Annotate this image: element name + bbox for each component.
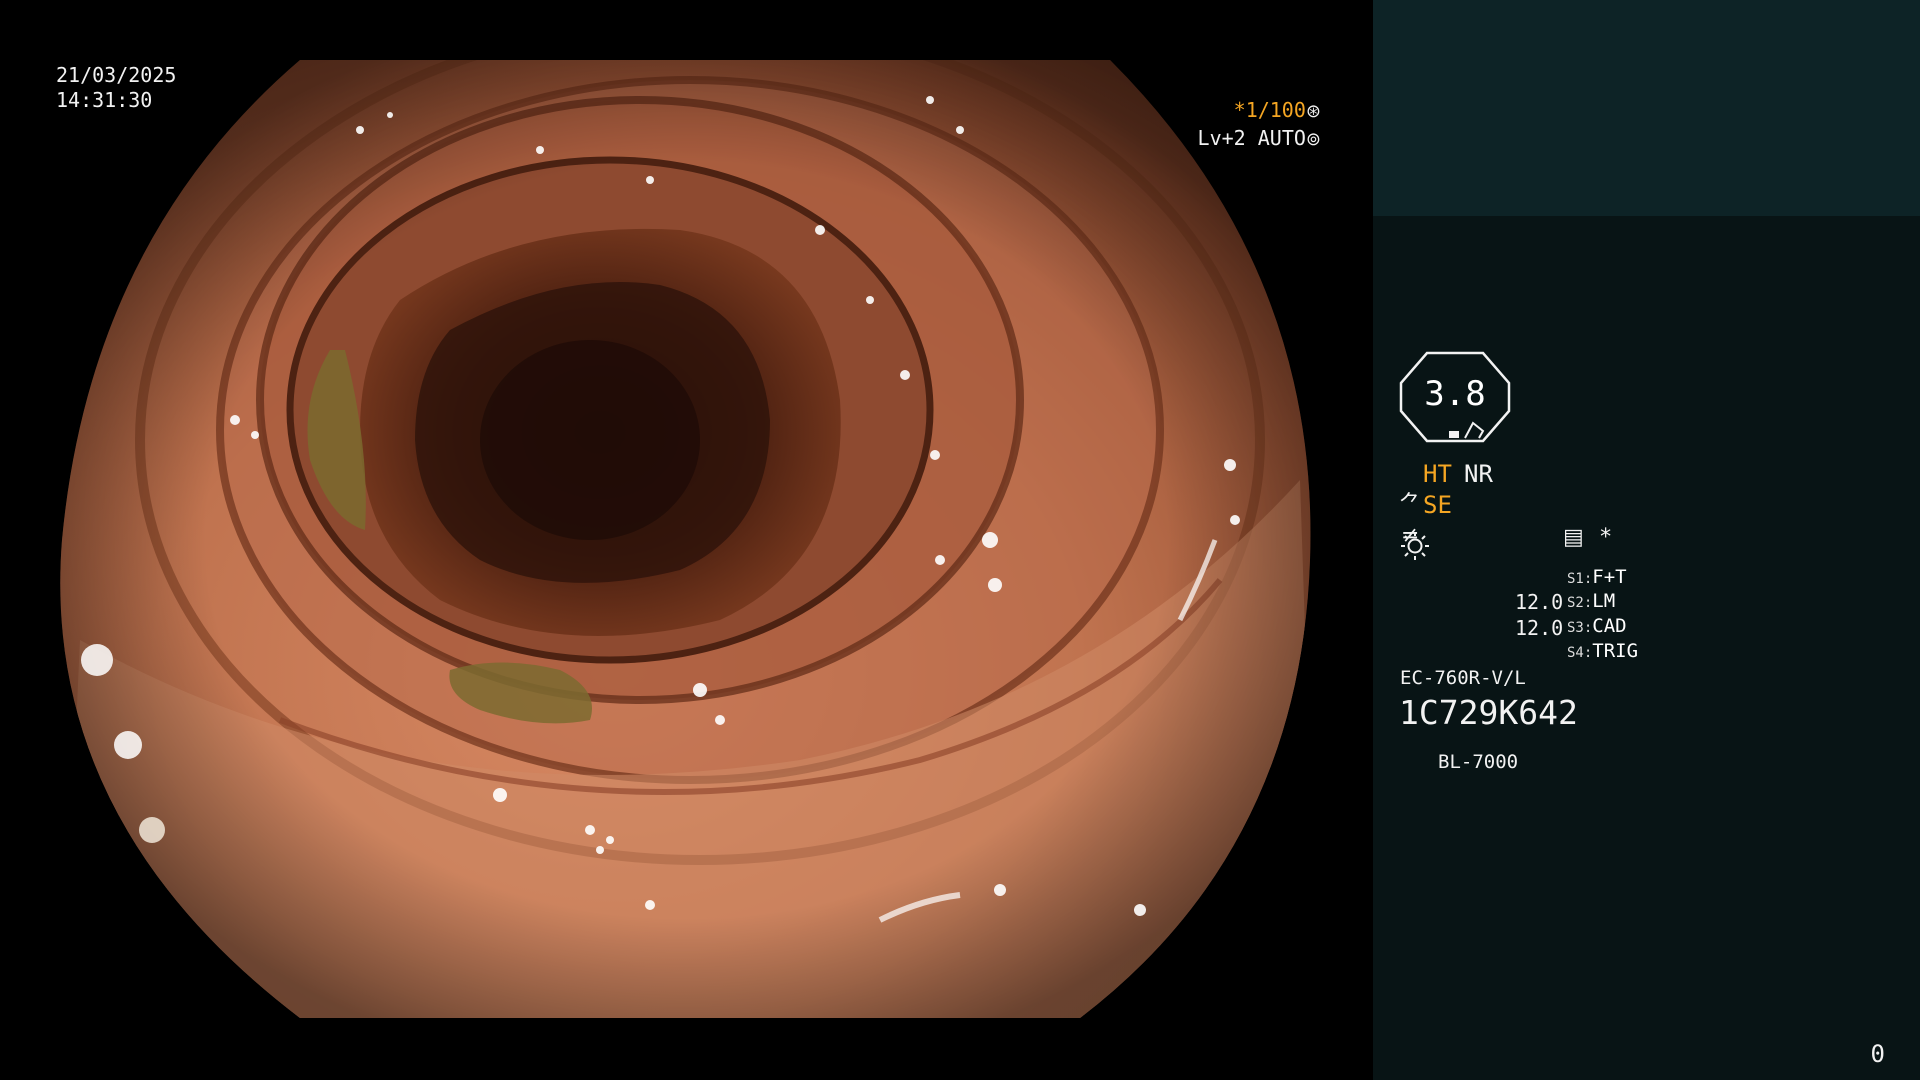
shutter-prefix: * bbox=[1233, 98, 1246, 122]
hyper-texture-indicator: HT bbox=[1423, 460, 1452, 488]
frame-counter: 0 bbox=[1870, 1040, 1885, 1068]
aperture-icon: ⊛ bbox=[1305, 101, 1321, 122]
date-time-display: 21/03/2025 14:31:30 bbox=[56, 63, 176, 113]
switch-row-4: S4:TRIG bbox=[1567, 640, 1639, 662]
noise-reduction-indicator: NR bbox=[1464, 460, 1493, 488]
level-value: Lv+2 AUTO bbox=[1197, 126, 1306, 150]
zoom-value: 3.8 bbox=[1424, 374, 1486, 414]
endoscopy-video-feed: 21/03/2025 14:31:30 *1/100⊛ Lv+2 AUTO⊚ bbox=[0, 0, 1373, 1080]
iris-icon: ⊚ bbox=[1305, 129, 1321, 150]
memo-icon: ▤ bbox=[1563, 525, 1584, 550]
memo-star: * bbox=[1599, 525, 1613, 550]
sun-icon bbox=[1401, 532, 1429, 560]
switch-row-2: S2:LM bbox=[1567, 590, 1616, 612]
light-source-model: BL-7000 bbox=[1438, 751, 1519, 773]
date-text: 21/03/2025 bbox=[56, 63, 177, 87]
brightness-level-display: Lv+2 AUTO⊚ bbox=[1198, 126, 1321, 152]
switch-row-3: S3:CAD bbox=[1567, 615, 1627, 637]
switch-row-1: S1:F+T bbox=[1567, 566, 1627, 588]
shutter-value: 1/100 bbox=[1245, 98, 1306, 122]
time-text: 14:31:30 bbox=[56, 88, 153, 112]
info-panel: HT NR ⺈ SE ≠ ▤ * 12.0 12.0 S1:F+T S2:LM … bbox=[1373, 216, 1920, 1080]
structure-enhance-icon: ⺈ bbox=[1399, 492, 1422, 517]
scope-serial: 1C729K642 bbox=[1399, 693, 1578, 732]
scope-model: EC-760R-V/L bbox=[1400, 667, 1526, 689]
endoscopy-image bbox=[60, 60, 1311, 1018]
value-1: 12.0 bbox=[1515, 590, 1564, 614]
structure-enhance-indicator: SE bbox=[1423, 491, 1452, 519]
value-2: 12.0 bbox=[1515, 616, 1564, 640]
info-panel-header bbox=[1373, 0, 1920, 216]
shutter-speed-display: *1/100⊛ bbox=[1234, 98, 1321, 124]
